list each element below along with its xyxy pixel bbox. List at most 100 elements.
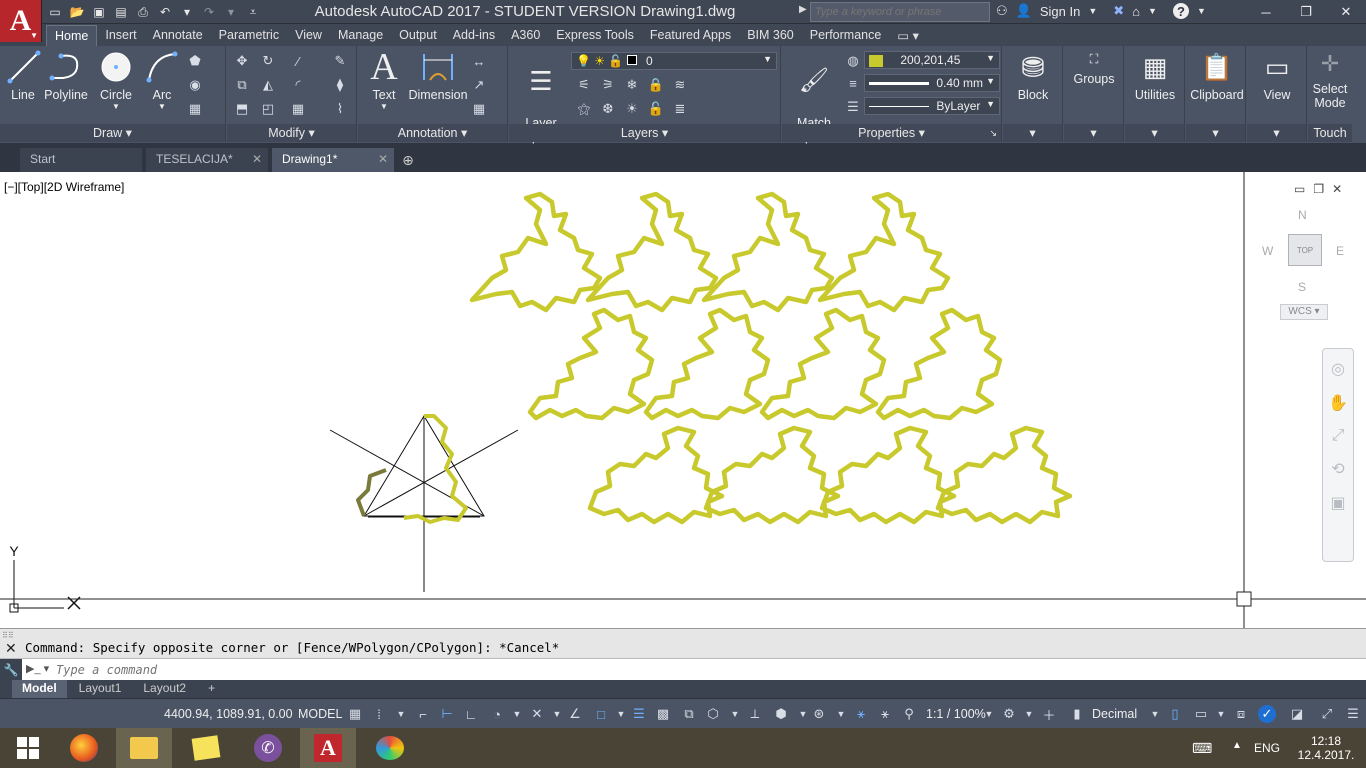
annotation-visibility-icon[interactable]: ⚹ [852,705,870,723]
color-dropdown[interactable]: 200,201,45 ▼ [864,51,1000,69]
search-input[interactable] [810,2,990,22]
layers-panel-title[interactable]: Layers ▾ [509,124,780,142]
view-panel-expand[interactable]: ▾ [1247,124,1306,142]
layer-on-icon[interactable]: ☀ [623,100,641,118]
layer-freeze-icon[interactable]: ❄ [623,76,641,94]
tab-manage[interactable]: Manage [330,25,391,46]
annotation-panel-title[interactable]: Annotation ▾ [358,124,507,142]
tab-view[interactable]: View [287,25,330,46]
select-mode-button[interactable]: ✛ Select Mode [1308,48,1352,111]
pan-icon[interactable]: ✋ [1328,393,1348,413]
close-icon[interactable]: ✕ [378,152,388,166]
layer-walk-icon[interactable]: ≣ [671,100,689,118]
linetype-dropdown[interactable]: ByLayer ▼ [864,97,1000,115]
ortho-icon[interactable]: ∟ [462,705,480,723]
tray-expand-icon[interactable]: ▲ [1232,740,1242,751]
dynamic-ucs-icon[interactable]: ⟂ [746,705,764,723]
tab-featured-apps[interactable]: Featured Apps [642,25,739,46]
chevron-down-icon[interactable]: ▼ [612,705,630,723]
line-button[interactable]: Line [4,48,42,102]
text-button[interactable]: A Text ▼ [362,46,406,111]
leader-icon[interactable]: ↗ [470,76,488,94]
stretch-icon[interactable]: ⬒ [233,100,251,118]
chevron-down-icon[interactable]: ▼ [980,705,998,723]
sticky-notes-icon[interactable] [178,728,234,768]
view-button[interactable]: ▭ View [1251,48,1303,103]
doc-tab-start[interactable]: Start [20,148,142,172]
chevron-down-icon[interactable]: ▼ [1197,6,1206,16]
annotation-scale-icon[interactable]: ⚲ [900,705,918,723]
arc-button[interactable]: Arc ▼ [142,48,182,111]
tile-shape[interactable] [587,425,725,525]
command-input[interactable] [56,662,1356,678]
gizmo-icon[interactable]: ⊛ [810,705,828,723]
groups-button[interactable]: ⛶ Groups [1068,48,1120,87]
command-prompt-icon[interactable]: ▶_ ▾ [26,662,49,675]
tab-bim-360[interactable]: BIM 360 [739,25,802,46]
chevron-down-icon[interactable]: ▼ [548,705,566,723]
layout-tab-layout1[interactable]: Layout1 [69,680,132,698]
grip-icon[interactable]: ⠿⠿ [2,631,14,640]
annotation-scale-value[interactable]: 1:1 / 100% [926,707,986,721]
steering-wheel-icon[interactable]: ◎ [1331,359,1345,379]
help-icon[interactable]: ? [1172,3,1189,19]
tab-express-tools[interactable]: Express Tools [548,25,642,46]
lock-ui-icon[interactable]: ▭ [1192,705,1210,723]
clipboard-button[interactable]: 📋 Clipboard [1188,48,1246,103]
lineweight-toggle-icon[interactable]: ☰ [630,705,648,723]
layer-dropdown[interactable]: 💡 ☀ 🔓 0 ▼ [571,52,777,70]
close-icon[interactable]: ✕ [1326,0,1366,24]
undo-dropdown-icon[interactable]: ▾ [178,3,196,21]
layer-thaw-icon[interactable]: ❆ [599,100,617,118]
layer-unlock-icon[interactable]: 🔓 [647,100,665,118]
block-panel-expand[interactable]: ▾ [1003,124,1062,142]
groups-panel-expand[interactable]: ▾ [1064,124,1123,142]
modify-panel-title[interactable]: Modify ▾ [227,124,356,142]
quick-properties-icon[interactable]: ▯ [1166,705,1184,723]
units-icon[interactable]: ▮ [1068,705,1086,723]
viewcube-east[interactable]: E [1336,244,1344,258]
redo-icon[interactable]: ↷ [200,3,218,21]
lineweight-dropdown[interactable]: 0.40 mm ▼ [864,74,1000,92]
coordinates-display[interactable]: 4400.94, 1089.91, 0.00 [164,707,293,721]
chevron-down-icon[interactable]: ▼ [142,102,182,111]
orbit-icon[interactable]: ⟲ [1331,459,1344,479]
chevron-down-icon[interactable]: ▼ [1148,6,1157,16]
chevron-down-icon[interactable]: ▼ [508,705,526,723]
search-expand-icon[interactable]: ▶ [799,4,807,15]
redo-dropdown-icon[interactable]: ▾ [222,3,240,21]
a360-icon[interactable]: ⌂ [1132,4,1140,19]
viber-icon[interactable]: ✆ [240,728,296,768]
zoom-extents-icon[interactable]: ⤢ [1332,427,1345,445]
erase-icon[interactable]: ✎ [331,52,349,70]
tile-shape[interactable] [585,191,719,313]
restore-icon[interactable]: ❐ [1313,182,1324,196]
grid-icon[interactable]: ▦ [346,705,364,723]
fillet-icon[interactable]: ◜ [289,76,307,94]
isolate-objects-icon[interactable]: ⧈ [1232,705,1250,723]
restore-icon[interactable]: ❐ [1286,0,1326,24]
table-icon[interactable]: ▦ [470,100,488,118]
plot-icon[interactable]: ⎙ [134,3,152,21]
rotate-icon[interactable]: ↻ [259,52,277,70]
selection-filter-icon[interactable]: ⬢ [772,705,790,723]
model-space-toggle[interactable]: MODEL [298,707,342,721]
add-layout-button[interactable]: + [198,680,225,698]
tile-shape[interactable] [469,191,603,313]
panel-launcher-icon[interactable]: ↘ [989,124,997,142]
hardware-acceleration-icon[interactable]: ✓ [1258,705,1276,723]
array-icon[interactable]: ▦ [289,100,307,118]
customization-menu-icon[interactable]: ☰ [1344,705,1362,723]
tab-annotate[interactable]: Annotate [145,25,211,46]
clipboard-panel-expand[interactable]: ▾ [1186,124,1245,142]
offset-icon[interactable]: ⌇ [331,100,349,118]
boundary-icon[interactable]: ▦ [186,100,204,118]
viewcube[interactable]: N W E S TOP WCS ▾ [1258,206,1350,326]
tile-shape[interactable] [703,425,841,525]
chevron-down-icon[interactable]: ▼ [726,705,744,723]
isodraft-icon[interactable]: ✕ [528,705,546,723]
circle-button[interactable]: Circle ▼ [94,48,138,111]
chevron-down-icon[interactable]: ▼ [392,705,410,723]
keyboard-icon[interactable]: ⌨ [1192,740,1212,757]
block-button[interactable]: ⛃ Block [1007,48,1059,103]
